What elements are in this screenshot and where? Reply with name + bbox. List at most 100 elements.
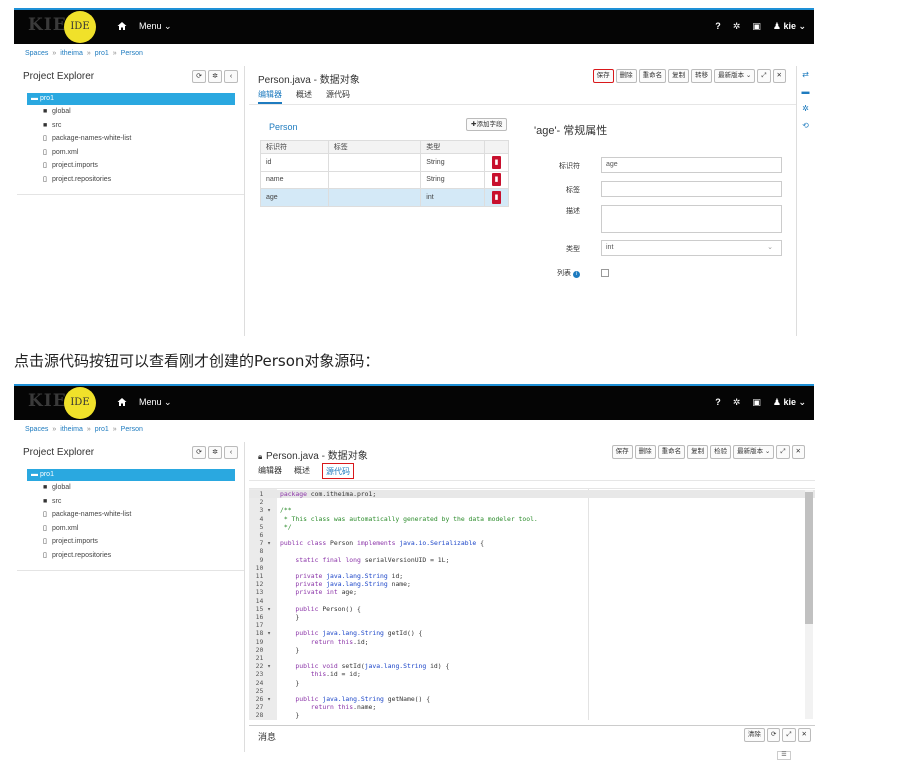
tree-item-global[interactable]: ■ global [27,481,235,495]
refresh-icon[interactable]: ⟳ [766,728,781,742]
table-row-selected[interactable]: age int ▮ [260,188,509,207]
rename-button[interactable]: 重命名 [657,445,686,459]
tab-source[interactable]: 源代码 [322,463,354,479]
breadcrumb-spaces[interactable]: Spaces [25,50,48,57]
user-menu[interactable]: ♟ kie ⌄ [773,397,806,408]
close-icon[interactable]: ✕ [791,445,805,459]
code-text: * This class was automatically generated… [280,514,538,523]
description-field[interactable] [601,205,782,233]
trash-icon[interactable]: ▮ [492,190,502,204]
type-select-value: int [606,244,614,251]
breadcrumb-spaces[interactable]: Spaces [25,426,48,433]
tree-root-pro1[interactable]: ▬ pro1 [27,469,235,481]
gear-icon[interactable]: ✲ [208,446,222,459]
menu-dropdown[interactable]: Menu ⌄ [139,397,172,408]
tree-item-imports[interactable]: ▯ project.imports [27,159,235,173]
briefcase-icon[interactable]: ▬ [797,83,814,100]
delete-button[interactable]: 删除 [634,445,656,459]
validate-button[interactable]: 检验 [710,445,732,459]
move-button[interactable]: 转移 [691,69,713,83]
tab-source[interactable]: 源代码 [326,86,350,104]
tree-item-src[interactable]: ■ src [27,495,235,509]
line-number: 9 [259,555,271,564]
copy-button[interactable]: 复制 [687,445,709,459]
breadcrumb-asset[interactable]: Person [121,426,143,433]
clear-button[interactable]: 清除 [743,728,765,742]
identifier-field[interactable]: age [601,157,782,173]
field-type: String [420,153,486,172]
list-icon[interactable]: ☰ [777,751,791,760]
shuffle-icon[interactable]: ⇄ [797,66,814,83]
breadcrumb-asset[interactable]: Person [121,50,143,57]
refresh-icon[interactable]: ⟳ [192,446,206,459]
gear-icon[interactable]: ✲ [208,70,222,83]
tab-overview[interactable]: 概述 [294,462,310,480]
help-icon[interactable]: ? [715,397,721,408]
rename-button[interactable]: 重命名 [638,69,667,83]
refresh-icon[interactable]: ⟳ [192,70,206,83]
info-icon[interactable]: i [573,271,580,278]
breadcrumb-space[interactable]: itheima [60,426,83,433]
code-line: 5 */ [249,523,815,531]
delete-button[interactable]: 删除 [615,69,637,83]
tab-editor[interactable]: 编辑器 [258,462,282,480]
tree-item-package-names[interactable]: ▯ package-names-white-list [27,508,235,522]
tree-item-repositories[interactable]: ▯ project.repositories [27,549,235,563]
tab-overview[interactable]: 概述 [296,86,312,104]
tree-item-pom[interactable]: ▯ pom.xml [27,146,235,160]
gear-icon[interactable]: ✲ [733,21,741,32]
tree-item-repositories[interactable]: ▯ project.repositories [27,173,235,187]
code-text: static final long serialVersionUID = 1L; [295,555,450,564]
code-scrollbar-thumb[interactable] [805,492,813,624]
latest-version-dropdown[interactable]: 最新版本 ⌄ [733,445,775,459]
tree-item-package-names[interactable]: ▯ package-names-white-list [27,132,235,146]
menu-dropdown[interactable]: Menu ⌄ [139,21,172,32]
user-menu[interactable]: ♟ kie ⌄ [773,21,806,32]
type-select[interactable]: int ⌄ [601,240,782,256]
latest-version-dropdown[interactable]: 最新版本 ⌄ [714,69,756,83]
save-button[interactable]: 保存 [592,69,614,83]
maximize-icon[interactable]: ⤢ [782,728,796,742]
tree-root-pro1[interactable]: ▬ pro1 [27,93,235,105]
code-text: private java.lang.String id; [295,572,404,580]
label-field[interactable] [601,181,782,197]
file-icon: ▯ [43,148,47,156]
tree-item-imports[interactable]: ▯ project.imports [27,535,235,549]
trash-icon[interactable]: ▮ [492,155,502,169]
code-line: 1 package com.itheima.pro1; [249,490,815,499]
navbar-right-tools: ? ✲ ▣ ♟ kie ⌄ [715,397,806,408]
collapse-icon[interactable]: ‹ [224,446,238,459]
close-icon[interactable]: ✕ [797,728,811,742]
breadcrumb-project[interactable]: pro1 [95,50,109,57]
table-row[interactable]: id String ▮ [260,153,509,172]
tree-item-src[interactable]: ■ src [27,119,235,133]
home-icon[interactable] [117,21,127,31]
help-icon[interactable]: ? [715,21,721,32]
collapse-icon[interactable]: ‹ [224,70,238,83]
file-icon: ▯ [43,511,47,518]
breadcrumb-project[interactable]: pro1 [95,426,109,433]
close-icon[interactable]: ✕ [772,69,786,83]
maximize-icon[interactable]: ⤢ [776,445,790,459]
home-icon[interactable] [117,397,127,407]
save-button[interactable]: 保存 [611,445,633,459]
trash-icon[interactable]: ▮ [492,173,502,187]
line-number: 25 [255,686,271,695]
table-row[interactable]: name String ▮ [260,170,509,189]
maximize-icon[interactable]: ⤢ [757,69,771,83]
breadcrumb-space[interactable]: itheima [60,50,83,57]
list-checkbox[interactable] [601,269,609,277]
copy-button[interactable]: 复制 [668,69,690,83]
briefcase-icon[interactable]: ▣ [752,21,761,32]
tab-editor[interactable]: 编辑器 [258,86,282,104]
code-text: this.id = id; [310,670,361,679]
tree-item-pom[interactable]: ▯ pom.xml [27,522,235,536]
sync-icon[interactable]: ⟲ [797,117,814,134]
briefcase-icon[interactable]: ▣ [752,397,761,408]
gear-icon[interactable]: ✲ [733,397,741,408]
gear-icon[interactable]: ✲ [797,100,814,117]
source-code-editor[interactable]: 1 package com.itheima.pro1; 2 3 ▾/** 4 * T… [249,488,815,720]
add-field-button[interactable]: ✚添加字段 [466,118,508,131]
tree-item-global[interactable]: ■ global [27,105,235,119]
code-line: 2 [249,498,815,506]
